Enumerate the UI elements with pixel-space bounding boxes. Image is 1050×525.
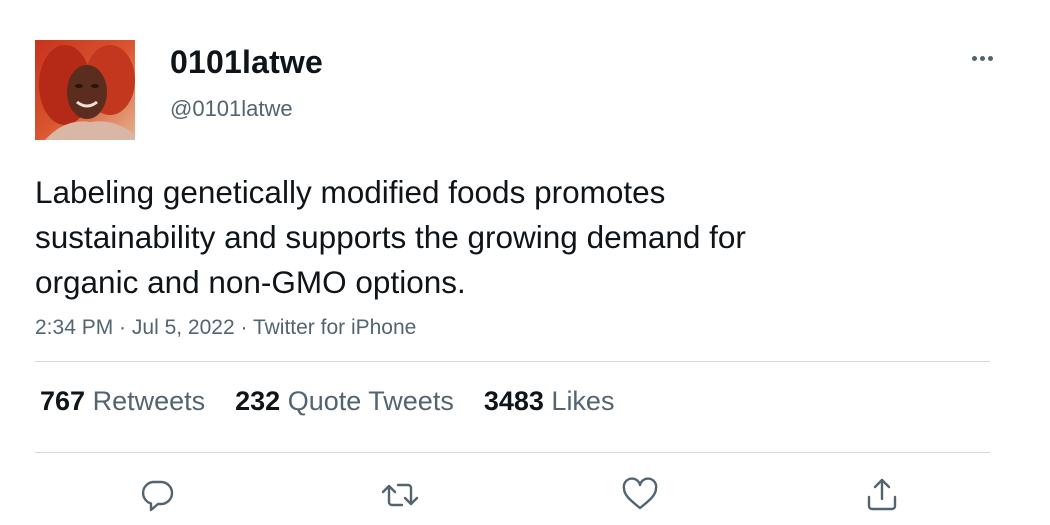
tweet-meta: 2:34 PM · Jul 5, 2022 · Twitter for iPho… <box>35 316 416 340</box>
retweets-label: Retweets <box>92 386 206 416</box>
tweet-date[interactable]: Jul 5, 2022 <box>132 316 235 339</box>
user-handle[interactable]: @0101latwe <box>170 96 293 122</box>
retweet-icon <box>381 483 419 507</box>
likes-label: Likes <box>551 386 615 416</box>
tweet-time[interactable]: 2:34 PM <box>35 316 113 339</box>
tweet-text: Labeling genetically modified foods prom… <box>35 174 746 300</box>
more-icon-dot <box>988 56 993 61</box>
reply-button[interactable] <box>135 473 179 517</box>
display-name[interactable]: 0101latwe <box>170 44 323 81</box>
tweet-card: 0101latwe @0101latwe Labeling geneticall… <box>0 0 1050 525</box>
retweets-stat[interactable]: 767 Retweets <box>40 386 205 417</box>
heart-icon <box>622 477 658 510</box>
likes-count: 3483 <box>483 386 544 416</box>
divider <box>35 361 990 362</box>
tweet-actions <box>0 473 1050 517</box>
meta-separator: · <box>113 316 132 339</box>
like-button[interactable] <box>618 473 662 517</box>
more-icon <box>972 56 977 61</box>
tweet-source[interactable]: Twitter for iPhone <box>253 316 416 339</box>
share-icon <box>867 478 897 511</box>
likes-stat[interactable]: 3483 Likes <box>484 386 615 417</box>
meta-separator: · <box>234 316 253 339</box>
avatar[interactable] <box>35 40 135 140</box>
divider <box>35 452 990 453</box>
share-button[interactable] <box>860 473 904 517</box>
quote-tweets-count: 232 <box>235 386 281 416</box>
quote-tweets-label: Quote Tweets <box>287 386 454 416</box>
tweet-stats: 767 Retweets 232 Quote Tweets 3483 Likes <box>40 386 614 417</box>
reply-icon <box>141 480 174 512</box>
more-icon-dot <box>980 56 985 61</box>
quote-tweets-stat[interactable]: 232 Quote Tweets <box>235 386 454 417</box>
retweets-count: 767 <box>40 386 86 416</box>
retweet-button[interactable] <box>378 473 422 517</box>
more-options-button[interactable] <box>972 48 1002 68</box>
avatar-image <box>35 40 135 140</box>
